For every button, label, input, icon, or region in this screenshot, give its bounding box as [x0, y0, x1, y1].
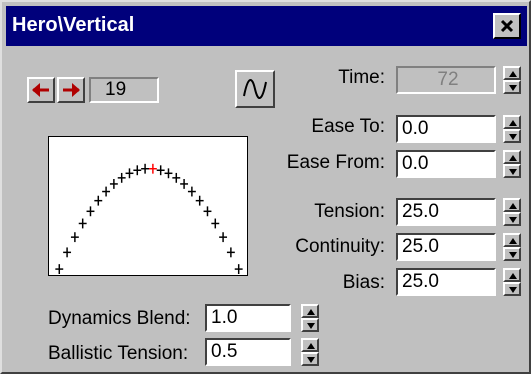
- trajectory-key-mark: [109, 179, 118, 189]
- spinner-down-button[interactable]: [503, 129, 521, 143]
- dynamics-blend-field[interactable]: 1.0: [205, 304, 291, 332]
- time-spinner[interactable]: [503, 66, 521, 94]
- title-bar[interactable]: Hero\Vertical: [6, 6, 527, 46]
- trajectory-key-mark: [172, 172, 181, 183]
- triangle-down-icon: [307, 323, 315, 329]
- dynamics-blend-spinner[interactable]: [301, 304, 319, 332]
- trajectory-key-mark: [55, 264, 64, 275]
- spinner-down-button[interactable]: [301, 318, 319, 332]
- ballistic-tension-spinner[interactable]: [301, 338, 319, 366]
- trajectory-key-mark: [102, 186, 111, 197]
- window-title: Hero\Vertical: [12, 14, 135, 36]
- trajectory-key-mark: [148, 163, 157, 174]
- triangle-down-icon: [509, 134, 517, 140]
- trajectory-key-mark: [156, 165, 165, 176]
- arrow-left-icon: [32, 83, 49, 97]
- triangle-down-icon: [509, 252, 517, 258]
- trajectory-key-mark: [187, 186, 196, 197]
- triangle-down-icon: [509, 85, 517, 91]
- triangle-down-icon: [509, 169, 517, 175]
- trajectory-key-mark: [180, 179, 189, 189]
- trajectory-key-mark: [203, 206, 212, 217]
- trajectory-curve-graph: [48, 136, 248, 276]
- continuity-spinner[interactable]: [503, 233, 521, 261]
- ballistic-tension-field[interactable]: 0.5: [205, 338, 291, 366]
- spinner-up-button[interactable]: [503, 115, 521, 129]
- spinner-up-button[interactable]: [301, 338, 319, 352]
- ease-from-label: Ease From:: [286, 152, 385, 173]
- bias-spinner[interactable]: [503, 268, 521, 296]
- ease-from-spinner[interactable]: [503, 150, 521, 178]
- triangle-up-icon: [509, 71, 517, 77]
- ease-to-field[interactable]: 0.0: [396, 115, 496, 143]
- trajectory-key-mark: [125, 168, 134, 179]
- spinner-down-button[interactable]: [503, 212, 521, 226]
- triangle-up-icon: [307, 343, 315, 349]
- key-number-display: 19: [89, 77, 159, 103]
- spinner-up-button[interactable]: [503, 233, 521, 247]
- close-icon: [500, 19, 514, 33]
- ballistic-tension-label: Ballistic Tension:: [48, 343, 189, 364]
- tension-label: Tension:: [314, 201, 385, 222]
- spinner-up-button[interactable]: [503, 198, 521, 212]
- tension-field[interactable]: 25.0: [396, 198, 496, 226]
- spinner-up-button[interactable]: [301, 304, 319, 318]
- trajectory-key-mark: [78, 218, 87, 229]
- trajectory-key-mark: [219, 232, 228, 243]
- spinner-up-button[interactable]: [503, 150, 521, 164]
- next-key-button[interactable]: [57, 77, 85, 103]
- spinner-up-button[interactable]: [503, 66, 521, 80]
- trajectory-key-mark: [226, 247, 235, 258]
- trajectory-key-mark: [133, 165, 142, 176]
- time-field: 72: [396, 66, 496, 94]
- prev-key-button[interactable]: [27, 77, 55, 103]
- spinner-down-button[interactable]: [503, 282, 521, 296]
- triangle-up-icon: [509, 203, 517, 209]
- bias-label: Bias:: [342, 272, 385, 293]
- ease-to-spinner[interactable]: [503, 115, 521, 143]
- spinner-down-button[interactable]: [503, 247, 521, 261]
- trajectory-key-mark: [234, 264, 243, 275]
- trajectory-key-mark: [141, 163, 150, 174]
- curve-tangent-icon: [243, 79, 267, 99]
- spinner-up-button[interactable]: [503, 268, 521, 282]
- trajectory-key-mark: [94, 195, 103, 206]
- triangle-up-icon: [509, 155, 517, 161]
- ease-from-field[interactable]: 0.0: [396, 150, 496, 178]
- trajectory-key-mark: [195, 195, 204, 206]
- trajectory-key-mark: [86, 206, 95, 217]
- key-number: 19: [105, 79, 127, 100]
- close-button[interactable]: [493, 13, 521, 39]
- trajectory-dialog: Hero\Vertical 19 Time: 72 Ease To: 0.0 E…: [0, 0, 531, 374]
- spinner-down-button[interactable]: [301, 352, 319, 366]
- time-label: Time:: [338, 67, 385, 88]
- triangle-up-icon: [307, 309, 315, 315]
- triangle-up-icon: [509, 238, 517, 244]
- tangent-type-button[interactable]: [235, 70, 275, 108]
- trajectory-key-mark: [211, 218, 220, 229]
- spinner-down-button[interactable]: [503, 164, 521, 178]
- arrow-right-icon: [63, 83, 80, 97]
- trajectory-key-mark: [164, 168, 173, 179]
- bias-field[interactable]: 25.0: [396, 268, 496, 296]
- triangle-down-icon: [307, 357, 315, 363]
- triangle-up-icon: [509, 273, 517, 279]
- continuity-label: Continuity:: [295, 236, 385, 257]
- continuity-field[interactable]: 25.0: [396, 233, 496, 261]
- triangle-up-icon: [509, 120, 517, 126]
- ease-to-label: Ease To:: [311, 116, 385, 137]
- trajectory-key-mark: [63, 247, 72, 258]
- tension-spinner[interactable]: [503, 198, 521, 226]
- triangle-down-icon: [509, 287, 517, 293]
- trajectory-key-mark: [70, 232, 79, 243]
- dynamics-blend-label: Dynamics Blend:: [48, 308, 191, 329]
- trajectory-key-mark: [117, 172, 126, 183]
- triangle-down-icon: [509, 217, 517, 223]
- spinner-down-button[interactable]: [503, 80, 521, 94]
